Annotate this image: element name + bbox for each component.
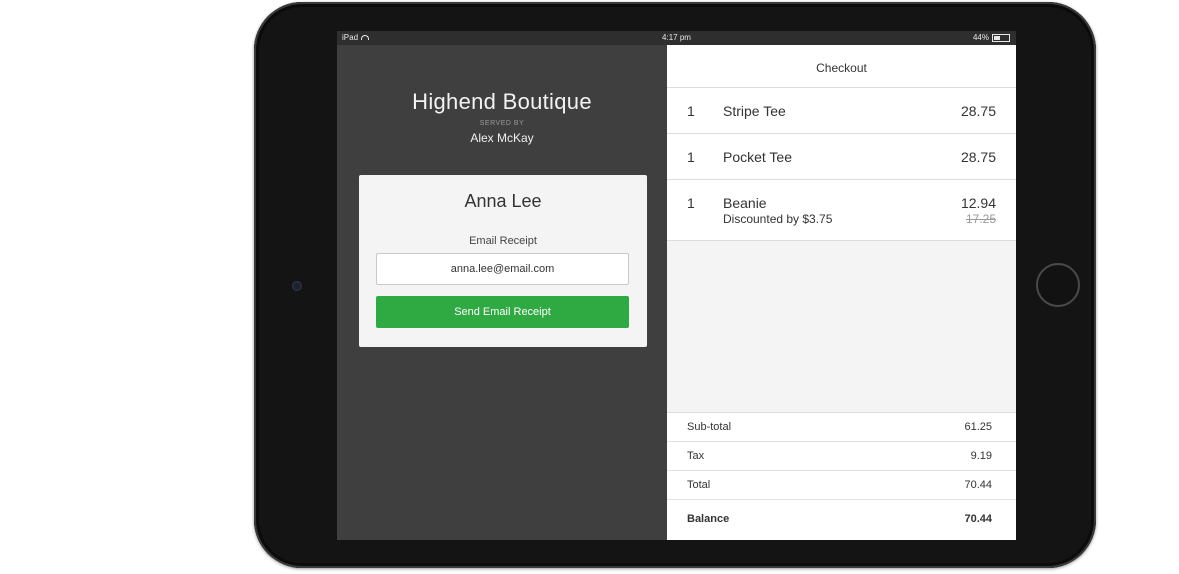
item-price: 12.94 — [960, 195, 996, 211]
item-name: Stripe Tee — [723, 103, 786, 119]
tax-row: Tax 9.19 — [667, 442, 1016, 471]
subtotal-value: 61.25 — [964, 421, 992, 433]
balance-row: Balance 70.44 — [667, 500, 1016, 540]
tax-label: Tax — [687, 450, 705, 462]
home-button[interactable] — [1036, 263, 1080, 307]
item-price: 28.75 — [960, 103, 996, 119]
email-receipt-label: Email Receipt — [469, 235, 537, 247]
item-discount-note: Discounted by $3.75 — [723, 212, 833, 226]
total-row: Total 70.44 — [667, 471, 1016, 500]
battery-fill — [994, 36, 1000, 40]
battery-icon — [992, 34, 1010, 42]
checkout-pane: Checkout 1 Stripe Tee 28.75 1 Pocket Tee… — [667, 45, 1016, 540]
screen: iPad 4:17 pm 44% Highend Boutique SERVED… — [337, 31, 1016, 540]
totals-section: Sub-total 61.25 Tax 9.19 Total 70.44 Bal… — [667, 412, 1016, 540]
subtotal-row: Sub-total 61.25 — [667, 413, 1016, 442]
balance-label: Balance — [687, 513, 730, 525]
status-right: 44% — [973, 31, 1010, 45]
status-time: 4:17 pm — [662, 33, 691, 42]
served-by-label: SERVED BY — [479, 120, 525, 127]
total-label: Total — [687, 479, 711, 491]
item-quantity: 1 — [687, 103, 695, 119]
list-item[interactable]: 1 Beanie Discounted by $3.75 12.94 17.25 — [667, 180, 1016, 241]
item-name: Beanie — [723, 195, 767, 211]
customer-name: Anna Lee — [464, 191, 542, 211]
receipt-card: Anna Lee Email Receipt Send Email Receip… — [359, 175, 647, 347]
item-name: Pocket Tee — [723, 149, 793, 165]
subtotal-label: Sub-total — [687, 421, 732, 433]
balance-value: 70.44 — [964, 513, 992, 525]
tax-value: 9.19 — [970, 450, 992, 462]
status-bar: iPad 4:17 pm 44% — [337, 31, 1016, 45]
front-camera — [292, 281, 302, 291]
store-name: Highend Boutique — [412, 89, 592, 114]
item-price: 28.75 — [960, 149, 996, 165]
item-list: 1 Stripe Tee 28.75 1 Pocket Tee 28.75 1 … — [667, 88, 1016, 241]
list-item[interactable]: 1 Stripe Tee 28.75 — [667, 88, 1016, 134]
battery-percent: 44% — [972, 33, 989, 42]
server-name: Alex McKay — [470, 131, 534, 145]
list-item[interactable]: 1 Pocket Tee 28.75 — [667, 134, 1016, 180]
item-original-price: 17.25 — [965, 212, 996, 226]
item-quantity: 1 — [687, 149, 695, 165]
email-field[interactable] — [376, 253, 629, 285]
left-pane: Highend Boutique SERVED BY Alex McKay An… — [337, 45, 667, 540]
checkout-title: Checkout — [667, 45, 1016, 88]
item-quantity: 1 — [687, 195, 695, 211]
send-email-receipt-button[interactable]: Send Email Receipt — [376, 296, 629, 328]
total-value: 70.44 — [964, 479, 992, 491]
